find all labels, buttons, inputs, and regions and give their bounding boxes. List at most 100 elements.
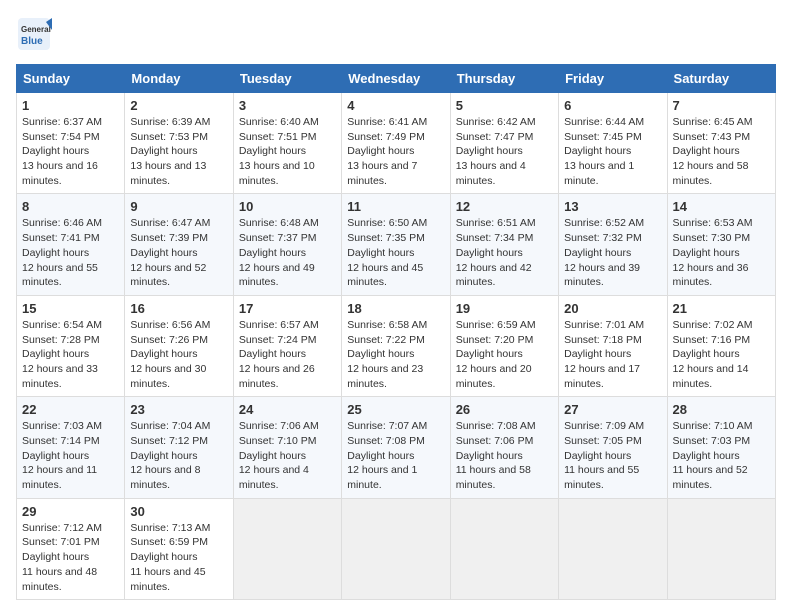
sunset-label: Sunset: 7:51 PM [239, 131, 317, 143]
sunset-label: Sunset: 7:43 PM [673, 131, 751, 143]
calendar-cell: 19 Sunrise: 6:59 AM Sunset: 7:20 PM Dayl… [450, 295, 558, 396]
sunrise-label: Sunrise: 7:13 AM [130, 522, 210, 534]
cell-content: Sunrise: 6:45 AM Sunset: 7:43 PM Dayligh… [673, 115, 770, 188]
calendar-cell: 1 Sunrise: 6:37 AM Sunset: 7:54 PM Dayli… [17, 93, 125, 194]
sunset-label: Sunset: 7:39 PM [130, 232, 208, 244]
sunset-label: Sunset: 7:20 PM [456, 334, 534, 346]
daylight-label: Daylight hours [456, 450, 523, 462]
daylight-label: Daylight hours [130, 348, 197, 360]
sunset-label: Sunset: 7:47 PM [456, 131, 534, 143]
calendar-cell: 4 Sunrise: 6:41 AM Sunset: 7:49 PM Dayli… [342, 93, 450, 194]
calendar-cell: 9 Sunrise: 6:47 AM Sunset: 7:39 PM Dayli… [125, 194, 233, 295]
sunset-label: Sunset: 7:45 PM [564, 131, 642, 143]
daylight-duration: 13 hours and 16 minutes. [22, 160, 98, 187]
day-number: 8 [22, 199, 119, 214]
day-number: 27 [564, 402, 661, 417]
calendar-cell: 8 Sunrise: 6:46 AM Sunset: 7:41 PM Dayli… [17, 194, 125, 295]
day-number: 3 [239, 98, 336, 113]
weekday-header: Monday [125, 65, 233, 93]
cell-content: Sunrise: 7:06 AM Sunset: 7:10 PM Dayligh… [239, 419, 336, 492]
cell-content: Sunrise: 7:04 AM Sunset: 7:12 PM Dayligh… [130, 419, 227, 492]
calendar-cell: 22 Sunrise: 7:03 AM Sunset: 7:14 PM Dayl… [17, 397, 125, 498]
daylight-label: Daylight hours [22, 145, 89, 157]
sunrise-label: Sunrise: 6:58 AM [347, 319, 427, 331]
header-row: SundayMondayTuesdayWednesdayThursdayFrid… [17, 65, 776, 93]
sunset-label: Sunset: 7:32 PM [564, 232, 642, 244]
calendar-cell: 13 Sunrise: 6:52 AM Sunset: 7:32 PM Dayl… [559, 194, 667, 295]
calendar-cell: 28 Sunrise: 7:10 AM Sunset: 7:03 PM Dayl… [667, 397, 775, 498]
day-number: 19 [456, 301, 553, 316]
day-number: 5 [456, 98, 553, 113]
sunrise-label: Sunrise: 6:47 AM [130, 217, 210, 229]
sunset-label: Sunset: 7:37 PM [239, 232, 317, 244]
day-number: 23 [130, 402, 227, 417]
cell-content: Sunrise: 6:41 AM Sunset: 7:49 PM Dayligh… [347, 115, 444, 188]
day-number: 28 [673, 402, 770, 417]
calendar-week: 22 Sunrise: 7:03 AM Sunset: 7:14 PM Dayl… [17, 397, 776, 498]
sunrise-label: Sunrise: 6:52 AM [564, 217, 644, 229]
calendar-cell: 18 Sunrise: 6:58 AM Sunset: 7:22 PM Dayl… [342, 295, 450, 396]
daylight-label: Daylight hours [564, 145, 631, 157]
sunrise-label: Sunrise: 7:09 AM [564, 420, 644, 432]
day-number: 16 [130, 301, 227, 316]
calendar-cell: 3 Sunrise: 6:40 AM Sunset: 7:51 PM Dayli… [233, 93, 341, 194]
daylight-label: Daylight hours [564, 450, 631, 462]
weekday-header: Friday [559, 65, 667, 93]
day-number: 12 [456, 199, 553, 214]
svg-text:General: General [21, 25, 51, 34]
day-number: 10 [239, 199, 336, 214]
daylight-duration: 13 hours and 1 minute. [564, 160, 634, 187]
calendar-cell: 26 Sunrise: 7:08 AM Sunset: 7:06 PM Dayl… [450, 397, 558, 498]
daylight-duration: 11 hours and 45 minutes. [130, 566, 205, 593]
daylight-duration: 12 hours and 33 minutes. [22, 363, 98, 390]
calendar-cell: 7 Sunrise: 6:45 AM Sunset: 7:43 PM Dayli… [667, 93, 775, 194]
calendar-cell [450, 498, 558, 599]
daylight-duration: 12 hours and 49 minutes. [239, 262, 315, 289]
daylight-label: Daylight hours [564, 247, 631, 259]
cell-content: Sunrise: 6:51 AM Sunset: 7:34 PM Dayligh… [456, 216, 553, 289]
daylight-label: Daylight hours [456, 348, 523, 360]
daylight-duration: 11 hours and 48 minutes. [22, 566, 97, 593]
daylight-label: Daylight hours [347, 348, 414, 360]
daylight-duration: 11 hours and 52 minutes. [673, 464, 748, 491]
calendar-cell: 21 Sunrise: 7:02 AM Sunset: 7:16 PM Dayl… [667, 295, 775, 396]
calendar-cell [233, 498, 341, 599]
daylight-label: Daylight hours [130, 551, 197, 563]
calendar-cell [667, 498, 775, 599]
sunset-label: Sunset: 7:10 PM [239, 435, 317, 447]
calendar-cell: 20 Sunrise: 7:01 AM Sunset: 7:18 PM Dayl… [559, 295, 667, 396]
calendar-week: 1 Sunrise: 6:37 AM Sunset: 7:54 PM Dayli… [17, 93, 776, 194]
cell-content: Sunrise: 6:47 AM Sunset: 7:39 PM Dayligh… [130, 216, 227, 289]
cell-content: Sunrise: 6:46 AM Sunset: 7:41 PM Dayligh… [22, 216, 119, 289]
logo-svg: General Blue [16, 16, 52, 52]
daylight-duration: 13 hours and 13 minutes. [130, 160, 206, 187]
sunset-label: Sunset: 7:26 PM [130, 334, 208, 346]
calendar-cell: 10 Sunrise: 6:48 AM Sunset: 7:37 PM Dayl… [233, 194, 341, 295]
calendar-cell: 27 Sunrise: 7:09 AM Sunset: 7:05 PM Dayl… [559, 397, 667, 498]
daylight-duration: 12 hours and 1 minute. [347, 464, 417, 491]
weekday-header: Wednesday [342, 65, 450, 93]
daylight-duration: 12 hours and 30 minutes. [130, 363, 206, 390]
daylight-label: Daylight hours [564, 348, 631, 360]
cell-content: Sunrise: 7:09 AM Sunset: 7:05 PM Dayligh… [564, 419, 661, 492]
calendar-cell: 12 Sunrise: 6:51 AM Sunset: 7:34 PM Dayl… [450, 194, 558, 295]
daylight-label: Daylight hours [456, 145, 523, 157]
calendar-cell: 16 Sunrise: 6:56 AM Sunset: 7:26 PM Dayl… [125, 295, 233, 396]
day-number: 14 [673, 199, 770, 214]
daylight-duration: 12 hours and 42 minutes. [456, 262, 532, 289]
cell-content: Sunrise: 6:50 AM Sunset: 7:35 PM Dayligh… [347, 216, 444, 289]
calendar-cell: 15 Sunrise: 6:54 AM Sunset: 7:28 PM Dayl… [17, 295, 125, 396]
sunset-label: Sunset: 7:01 PM [22, 536, 100, 548]
weekday-header: Sunday [17, 65, 125, 93]
daylight-label: Daylight hours [130, 145, 197, 157]
day-number: 24 [239, 402, 336, 417]
sunrise-label: Sunrise: 7:02 AM [673, 319, 753, 331]
cell-content: Sunrise: 6:58 AM Sunset: 7:22 PM Dayligh… [347, 318, 444, 391]
cell-content: Sunrise: 6:48 AM Sunset: 7:37 PM Dayligh… [239, 216, 336, 289]
daylight-duration: 11 hours and 58 minutes. [456, 464, 531, 491]
daylight-duration: 13 hours and 4 minutes. [456, 160, 526, 187]
sunset-label: Sunset: 7:18 PM [564, 334, 642, 346]
sunset-label: Sunset: 6:59 PM [130, 536, 208, 548]
day-number: 20 [564, 301, 661, 316]
sunset-label: Sunset: 7:35 PM [347, 232, 425, 244]
